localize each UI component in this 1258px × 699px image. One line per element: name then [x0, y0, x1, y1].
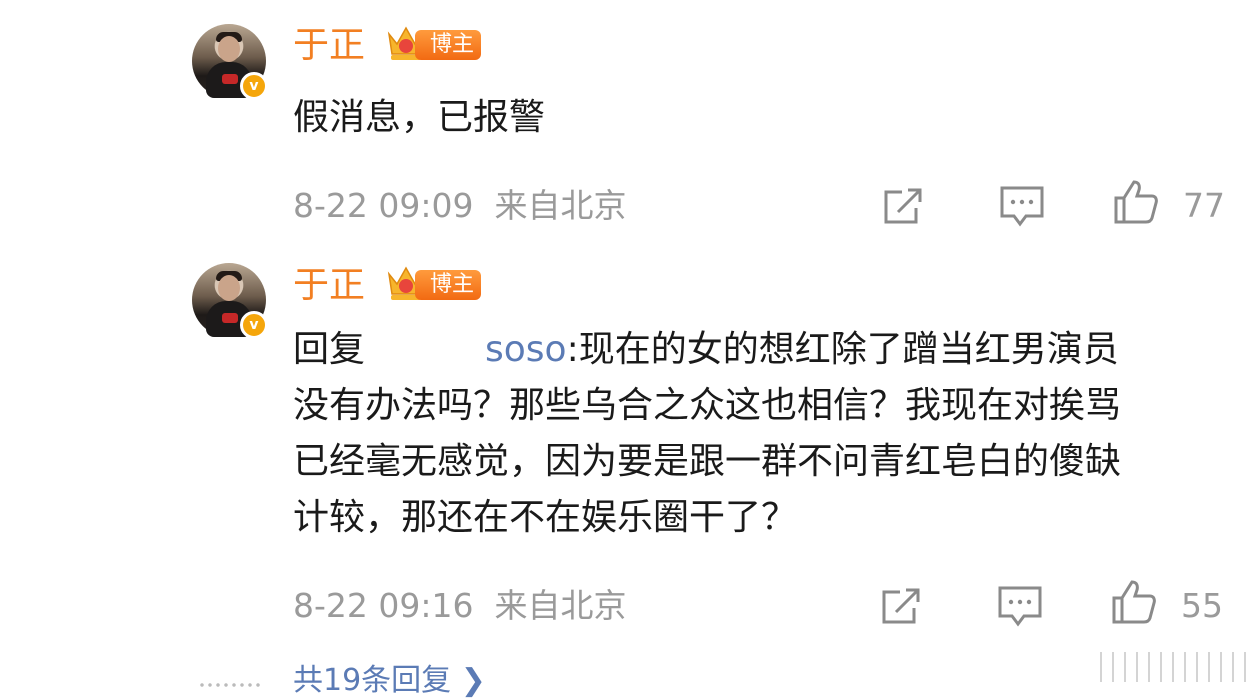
divider-dots — [198, 683, 260, 687]
share-icon[interactable] — [878, 582, 926, 630]
badge-label: 博主 — [415, 270, 481, 300]
scroll-indicator — [1100, 652, 1250, 682]
like-icon[interactable] — [1110, 578, 1158, 626]
comment-text-line: 已经毫无感觉，因为要是跟一群不问青红皂白的傻缺 — [293, 441, 1122, 482]
comment-text-line: :现在的女的想红除了蹭当红男演员 — [566, 329, 1119, 370]
comment-icon[interactable] — [996, 582, 1044, 630]
comment-text-line: 计较，那还在不在娱乐圈干了？ — [293, 497, 798, 538]
reply-mention[interactable]: soso — [485, 329, 567, 370]
comment-time: 8-22 09:16 — [293, 586, 474, 625]
comment-2: v 于正 博主 回复 soso:现在的女的想红除了蹭当红男演员 没有办法吗？那些乌… — [0, 0, 1258, 691]
avatar[interactable]: v — [192, 263, 268, 339]
blogger-badge[interactable]: 博主 — [385, 262, 481, 304]
verified-icon: v — [240, 311, 268, 339]
comment-text-line: 没有办法吗？那些乌合之众这也相信？我现在对挨骂 — [293, 385, 1122, 426]
comment-location: 来自北京 — [494, 586, 627, 625]
more-replies-link[interactable]: 共19条回复 ❯ — [293, 663, 486, 699]
comment-text: 回复 soso:现在的女的想红除了蹭当红男演员 没有办法吗？那些乌合之众这也相信？… — [293, 322, 1223, 546]
reply-prefix: 回复 — [293, 329, 366, 370]
comment-meta: 8-22 09:16 来自北京 — [293, 586, 626, 626]
like-count: 55 — [1181, 586, 1223, 625]
author-name[interactable]: 于正 — [293, 266, 365, 306]
